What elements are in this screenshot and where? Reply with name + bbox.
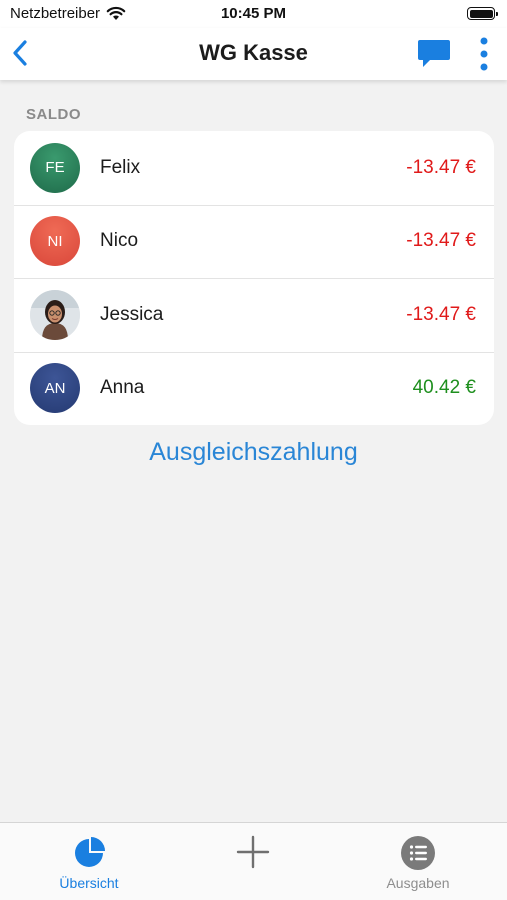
status-bar: Netzbetreiber 10:45 PM xyxy=(0,0,507,28)
pie-chart-icon xyxy=(75,837,105,867)
member-balance: -13.47 € xyxy=(406,156,476,178)
tab-add[interactable] xyxy=(188,823,318,900)
member-name: Nico xyxy=(100,230,139,252)
tab-label: Ausgaben xyxy=(386,875,450,891)
avatar: NI xyxy=(30,216,80,267)
member-name: Jessica xyxy=(100,303,164,325)
status-time: 10:45 PM xyxy=(220,5,287,22)
battery-icon xyxy=(467,7,498,20)
tab-overview[interactable]: Übersicht xyxy=(24,823,154,900)
member-balance: 40.42 € xyxy=(412,377,476,399)
section-label-saldo: SALDO xyxy=(26,106,81,123)
avatar: AN xyxy=(30,363,80,414)
tab-label: Übersicht xyxy=(59,875,119,891)
member-row-nico[interactable]: NI Nico -13.47 € xyxy=(14,204,494,279)
member-row-felix[interactable]: FE Felix -13.47 € xyxy=(14,131,494,205)
tab-bar: Übersicht Ausgaben xyxy=(0,822,507,900)
tab-expenses[interactable]: Ausgaben xyxy=(353,823,483,900)
nav-bar: WG Kasse xyxy=(0,28,507,80)
member-balance: -13.47 € xyxy=(406,230,476,252)
person-photo-icon xyxy=(30,289,80,340)
chat-bubble-icon[interactable] xyxy=(417,38,451,70)
member-balance: -13.47 € xyxy=(406,303,476,325)
member-row-anna[interactable]: AN Anna 40.42 € xyxy=(14,351,494,426)
plus-icon xyxy=(236,835,270,869)
member-row-jessica[interactable]: Jessica -13.47 € xyxy=(14,278,494,352)
list-icon xyxy=(401,836,435,870)
balance-card: FE Felix -13.47 € NI Nico -13.47 € Jessi… xyxy=(14,131,494,425)
member-name: Anna xyxy=(100,377,145,399)
member-name: Felix xyxy=(100,156,141,178)
settle-payment-link[interactable]: Ausgleichszahlung xyxy=(0,438,507,467)
avatar-photo xyxy=(30,289,80,340)
avatar: FE xyxy=(30,142,80,193)
more-vertical-icon[interactable] xyxy=(477,36,491,72)
